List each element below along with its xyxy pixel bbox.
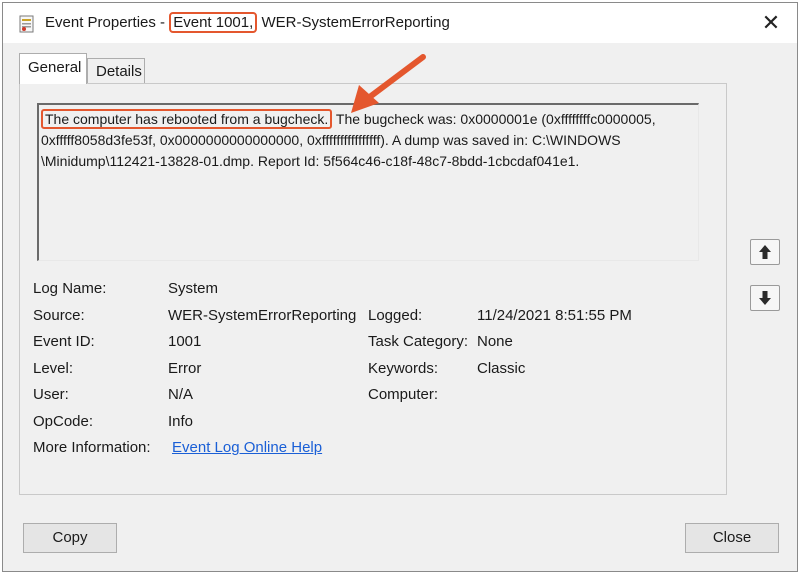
level-value[interactable]: Error: [168, 360, 201, 377]
more-information-label: More Information:: [33, 439, 151, 456]
window-title: Event Properties - Event 1001, WER-Syste…: [45, 12, 450, 33]
log-name-label: Log Name:: [33, 280, 107, 297]
description-line-2: 0xfffff8058d3fe53f, 0x0000000000000000, …: [41, 132, 621, 148]
keywords-value[interactable]: Classic: [477, 360, 525, 377]
task-category-value[interactable]: None: [477, 333, 513, 350]
title-source: WER-SystemErrorReporting: [257, 14, 450, 31]
annotation-arrow-icon: [351, 54, 426, 113]
title-prefix: Event Properties -: [45, 14, 170, 31]
user-label: User:: [33, 386, 69, 403]
event-properties-window: Event Properties - Event 1001, WER-Syste…: [2, 2, 798, 572]
logged-value[interactable]: 11/24/2021 8:51:55 PM: [477, 307, 632, 324]
log-name-value[interactable]: System: [168, 280, 218, 297]
window-close-icon[interactable]: ✕: [757, 9, 785, 37]
previous-event-button[interactable]: [750, 239, 780, 265]
source-value[interactable]: WER-SystemErrorReporting: [168, 307, 356, 324]
event-id-label: Event ID:: [33, 333, 95, 350]
title-bar[interactable]: Event Properties - Event 1001, WER-Syste…: [3, 3, 797, 43]
up-arrow-icon: [759, 245, 771, 259]
title-event-id-highlight: Event 1001,: [169, 12, 258, 33]
event-id-value[interactable]: 1001: [168, 333, 201, 350]
event-description[interactable]: The computer has rebooted from a bugchec…: [37, 103, 699, 261]
opcode-value[interactable]: Info: [168, 413, 193, 430]
event-viewer-icon: [19, 15, 34, 33]
logged-label: Logged:: [368, 307, 423, 324]
level-label: Level:: [33, 360, 74, 377]
tab-general[interactable]: General: [19, 53, 87, 84]
task-category-label: Task Category:: [368, 333, 469, 350]
user-value[interactable]: N/A: [168, 386, 193, 403]
event-log-online-help-link[interactable]: Event Log Online Help: [172, 439, 322, 456]
description-line-3: \Minidump\112421-13828-01.dmp. Report Id…: [41, 153, 580, 169]
computer-label: Computer:: [368, 386, 439, 403]
keywords-label: Keywords:: [368, 360, 439, 377]
tab-details[interactable]: Details: [87, 58, 145, 84]
close-button[interactable]: Close: [685, 523, 779, 553]
description-highlight: The computer has rebooted from a bugchec…: [41, 109, 333, 129]
opcode-label: OpCode:: [33, 413, 94, 430]
source-label: Source:: [33, 307, 85, 324]
down-arrow-icon: [759, 291, 771, 305]
next-event-button[interactable]: [750, 285, 780, 311]
copy-button[interactable]: Copy: [23, 523, 117, 553]
